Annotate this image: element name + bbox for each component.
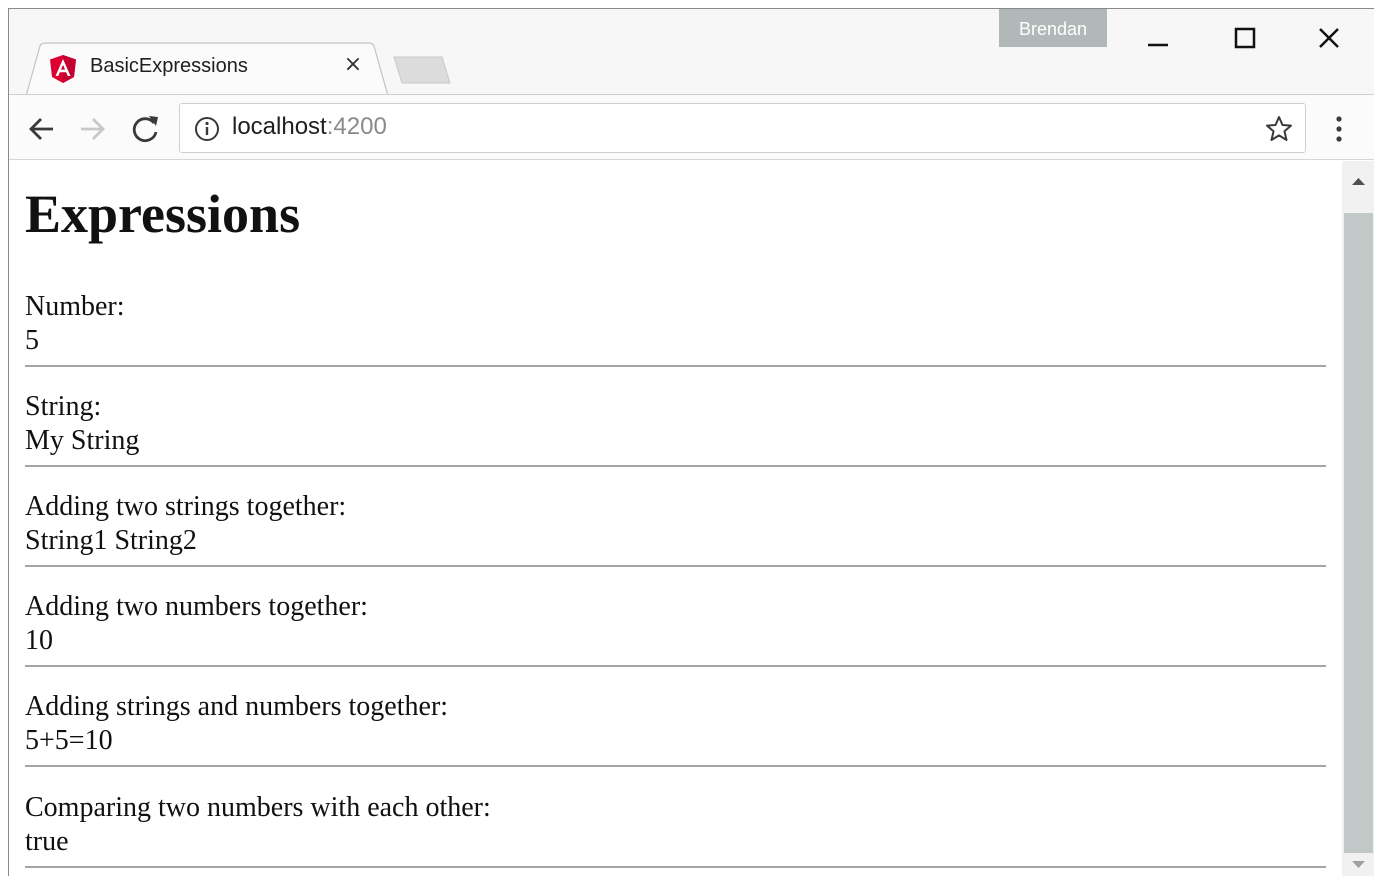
info-icon[interactable] [194, 116, 220, 142]
horizontal-rule [25, 565, 1326, 567]
maximize-icon[interactable] [1213, 19, 1273, 59]
section-comparing-numbers: Comparing two numbers with each other: t… [25, 791, 1326, 876]
forward-arrow-icon[interactable] [75, 111, 111, 147]
browser-window: BasicExpressions × Brendan localhost:420… [8, 8, 1374, 876]
section-label: String: [25, 391, 102, 422]
horizontal-rule [25, 465, 1326, 467]
title-bar: BasicExpressions × Brendan [9, 9, 1374, 96]
horizontal-rule [25, 365, 1326, 367]
reload-icon[interactable] [127, 111, 163, 147]
section-adding-numbers: Adding two numbers together: 10 [25, 590, 1326, 690]
section-number: Number: 5 [25, 290, 1326, 390]
address-bar[interactable]: localhost:4200 [179, 103, 1306, 153]
angular-logo-icon [50, 55, 76, 83]
url-port: :4200 [326, 113, 387, 140]
section-string: String: My String [25, 390, 1326, 490]
scroll-down-arrow-icon[interactable] [1342, 855, 1374, 875]
scroll-up-arrow-icon[interactable] [1342, 171, 1374, 191]
section-value: 5 [25, 325, 39, 356]
toolbar: localhost:4200 [9, 94, 1374, 160]
new-tab-button[interactable] [392, 55, 452, 85]
section-label: Number: [25, 291, 125, 322]
section-value: String1 String2 [25, 525, 197, 556]
page-title: Expressions [25, 184, 301, 244]
scrollbar-thumb[interactable] [1344, 213, 1373, 853]
page-viewport: Expressions Number: 5 String: My String … [9, 161, 1342, 876]
section-value: 10 [25, 625, 53, 656]
section-adding-strings: Adding two strings together: String1 Str… [25, 490, 1326, 590]
horizontal-rule [25, 665, 1326, 667]
back-arrow-icon[interactable] [23, 111, 59, 147]
section-label: Comparing two numbers with each other: [25, 792, 491, 823]
tab-title: BasicExpressions [90, 55, 248, 77]
section-label: Adding strings and numbers together: [25, 691, 449, 722]
section-strings-and-numbers: Adding strings and numbers together: 5+5… [25, 690, 1326, 790]
section-label: Adding two strings together: [25, 491, 347, 522]
minimize-icon[interactable] [1127, 19, 1187, 59]
section-value: My String [25, 425, 140, 456]
profile-badge[interactable]: Brendan [999, 9, 1107, 47]
section-label: Adding two numbers together: [25, 591, 368, 622]
url-host: localhost [232, 113, 327, 140]
url-text[interactable]: localhost:4200 [232, 113, 387, 141]
close-icon[interactable] [1297, 19, 1357, 59]
star-icon[interactable] [1265, 115, 1293, 143]
vertical-scrollbar[interactable] [1342, 161, 1374, 876]
tab-close-button[interactable]: × [342, 53, 364, 77]
section-value: true [25, 826, 69, 857]
horizontal-rule [25, 765, 1326, 767]
kebab-menu-icon[interactable] [1327, 111, 1351, 147]
section-value: 5+5=10 [25, 725, 113, 756]
horizontal-rule [25, 866, 1326, 868]
